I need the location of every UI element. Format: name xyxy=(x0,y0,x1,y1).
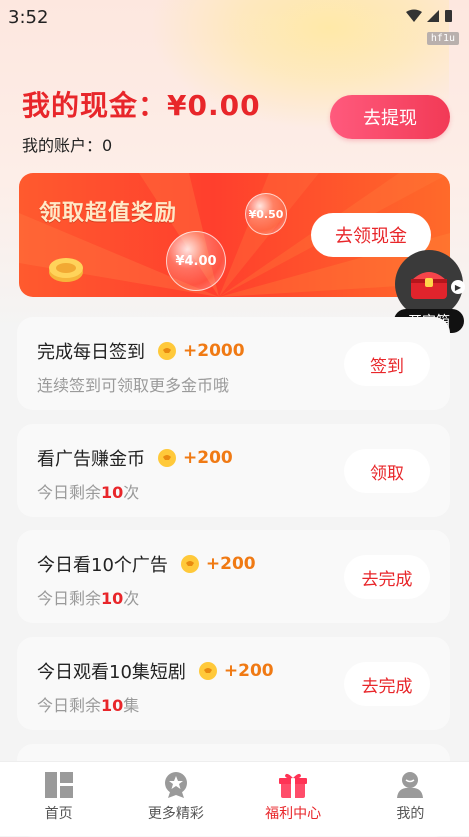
task-title: 看广告赚金币 xyxy=(37,449,145,470)
task-title: 完成每日签到 xyxy=(37,342,145,363)
status-icons xyxy=(406,9,452,22)
play-icon: ▶ xyxy=(451,280,465,294)
reward-bubble-large: ¥4.00 xyxy=(166,231,226,291)
star-badge-icon xyxy=(164,772,187,798)
reward-bubble-small: ¥0.50 xyxy=(245,193,287,235)
wifi-icon xyxy=(406,9,422,22)
task-card-checkin: 完成每日签到 +2000 连续签到可领取更多金币哦 签到 xyxy=(17,317,450,410)
cash-balance: 我的现金：¥0.00 xyxy=(22,89,261,122)
task-subtitle: 今日剩余10次 xyxy=(37,589,140,608)
tab-mine[interactable]: 我的 xyxy=(352,762,469,836)
gift-icon xyxy=(279,773,308,798)
withdraw-button[interactable]: 去提现 xyxy=(330,95,450,139)
promo-title: 领取超值奖励 xyxy=(39,201,178,226)
task-subtitle: 今日剩余10集 xyxy=(37,696,140,715)
tab-more[interactable]: 更多精彩 xyxy=(117,762,234,836)
task-reward: +2000 xyxy=(183,341,245,361)
tab-label: 更多精彩 xyxy=(147,806,204,822)
gold-coin-icon xyxy=(180,555,199,573)
checkin-button[interactable]: 签到 xyxy=(344,342,430,386)
promo-banner[interactable]: 领取超值奖励 ¥4.00 ¥0.50 去领现金 xyxy=(19,173,450,297)
status-time: 3:52 xyxy=(8,7,49,28)
tab-welfare[interactable]: 福利中心 xyxy=(235,762,352,836)
task-subtitle: 今日剩余10次 xyxy=(37,483,140,502)
battery-icon xyxy=(445,10,452,22)
tab-label: 首页 xyxy=(44,806,73,822)
treasure-chest-icon xyxy=(411,272,447,299)
task-card-short-drama: 今日观看10集短剧 +200 今日剩余10集 去完成 xyxy=(17,637,450,730)
task-title: 今日观看10集短剧 xyxy=(37,662,186,683)
tab-home[interactable]: 首页 xyxy=(0,762,117,836)
task-reward: +200 xyxy=(183,448,233,468)
task-reward: +200 xyxy=(223,661,274,681)
task-card-ten-ads: 今日看10个广告 +200 今日剩余10次 去完成 xyxy=(17,530,450,623)
signal-icon xyxy=(427,10,439,22)
gold-coin-icon xyxy=(158,449,176,467)
account-balance: 我的账户：0 xyxy=(22,136,113,155)
tab-label: 我的 xyxy=(396,806,425,822)
complete-button[interactable]: 去完成 xyxy=(344,662,430,706)
complete-button[interactable]: 去完成 xyxy=(344,555,430,599)
task-card-watch-ad: 看广告赚金币 +200 今日剩余10次 领取 xyxy=(17,424,450,517)
tab-label: 福利中心 xyxy=(265,806,322,822)
gold-coin-icon xyxy=(158,342,176,360)
home-grid-icon xyxy=(44,772,73,798)
bottom-tab-bar: 首页 更多精彩 福利中心 我的 xyxy=(0,761,469,836)
debug-badge: hf1u xyxy=(426,32,459,45)
claim-button[interactable]: 领取 xyxy=(344,449,430,493)
task-title: 今日看10个广告 xyxy=(37,555,168,576)
coin-stack-icon xyxy=(49,258,83,282)
task-subtitle: 连续签到可领取更多金币哦 xyxy=(37,376,230,395)
status-bar: 3:52 xyxy=(0,0,469,32)
gold-coin-icon xyxy=(198,662,217,680)
task-reward: +200 xyxy=(205,554,256,574)
user-icon xyxy=(397,772,424,798)
